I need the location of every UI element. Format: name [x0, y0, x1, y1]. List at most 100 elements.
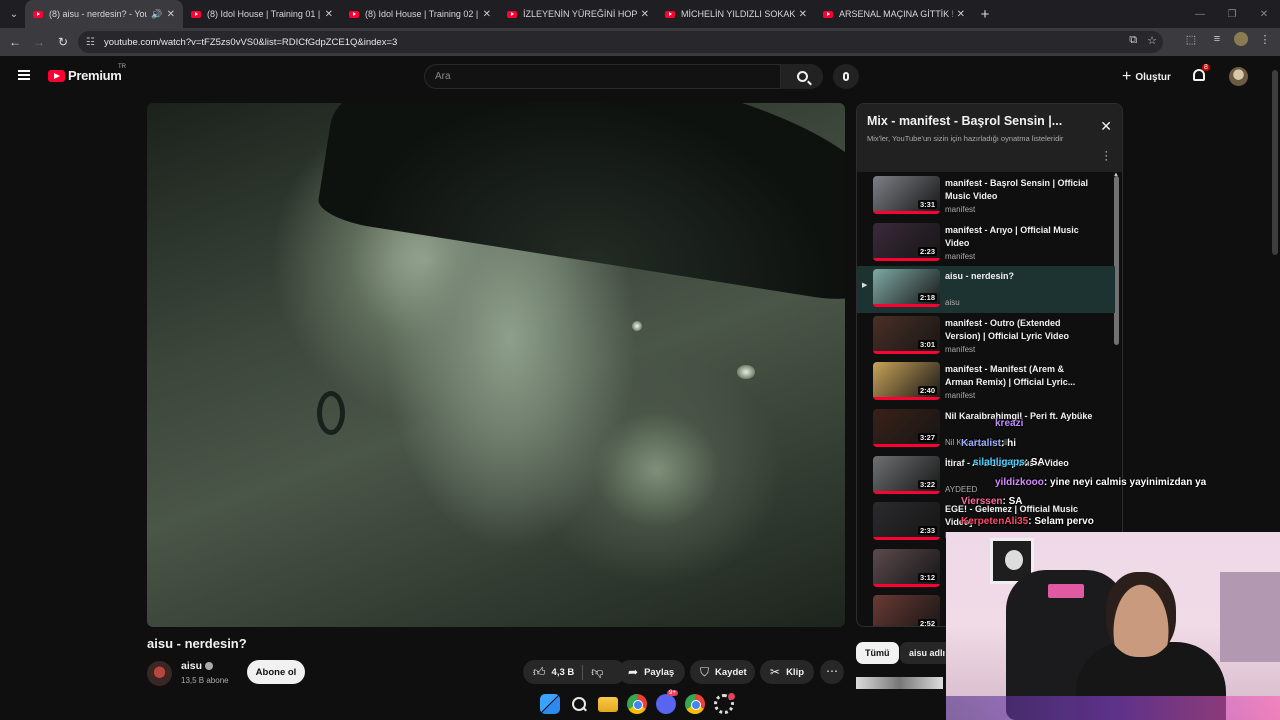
tab-title: (8) Idol House | Training 02 | Vo — [365, 9, 479, 19]
like-icon[interactable]: 👍︎ — [533, 665, 546, 680]
playlist-thumbnail[interactable]: 3:01 — [873, 315, 940, 354]
dislike-icon[interactable]: 👎︎ — [591, 665, 603, 680]
extensions-icon[interactable]: ⬚ — [1182, 33, 1200, 46]
more-actions-icon[interactable]: ⋯ — [820, 660, 844, 684]
taskbar-search-icon[interactable] — [569, 694, 589, 714]
playlist-item-channel: manifest — [945, 344, 976, 354]
tab-close-icon[interactable]: ✕ — [167, 9, 175, 20]
back-icon[interactable]: ← — [3, 35, 27, 49]
chrome-icon[interactable] — [627, 694, 647, 714]
playlist-item[interactable]: 3:01 manifest - Outro (Extended Version) … — [857, 313, 1115, 360]
account-avatar[interactable] — [1229, 67, 1248, 86]
tab-active[interactable]: (8) aisu - nerdesin? - YouTube 🔊 ✕ — [25, 0, 183, 28]
tab-title: (8) Idol House | Training 01 | Da — [207, 9, 321, 19]
tab-close-icon[interactable]: ✕ — [799, 9, 807, 20]
save-button[interactable]: ⛉ Kaydet — [690, 660, 755, 684]
site-info-icon[interactable]: ☷ — [86, 37, 95, 48]
chat-message: kreazi — [995, 418, 1023, 429]
playlist-item[interactable]: 2:23 manifest - Arıyo | Official Music Vi… — [857, 220, 1115, 267]
shelf — [1220, 572, 1280, 662]
playlist-title[interactable]: Mix - manifest - Başrol Sensin |... — [867, 114, 1112, 128]
playlist-thumbnail[interactable]: 3:27 — [873, 409, 940, 447]
discord-icon[interactable]: 9+ — [656, 690, 678, 714]
channel-avatar[interactable] — [147, 661, 172, 686]
page-scrollbar[interactable] — [1272, 70, 1278, 255]
chip-all[interactable]: Tümü — [856, 642, 899, 664]
duration-badge: 3:27 — [917, 433, 937, 442]
channel-name[interactable]: aisu — [181, 660, 214, 672]
playlist-item-current[interactable]: ▶ 2:18 aisu - nerdesin? aisu — [857, 266, 1115, 314]
new-tab-button[interactable]: + — [973, 6, 997, 23]
tab[interactable]: İZLEYENİN YÜREĞİNİ HOPLATAN ✕ — [499, 0, 657, 28]
streamer-head — [1106, 572, 1176, 657]
subscriber-count: 13,5 B abone — [181, 676, 229, 685]
tab-close-icon[interactable]: ✕ — [641, 9, 649, 20]
bookmark-icon: ⛉ — [700, 664, 710, 679]
hamburger-menu-icon[interactable] — [18, 70, 30, 80]
settings-icon[interactable] — [714, 693, 735, 714]
share-button[interactable]: ➦ Paylaş — [618, 660, 685, 684]
tab-close-icon[interactable]: ✕ — [957, 9, 965, 20]
video-player[interactable] — [147, 103, 845, 627]
playlist-item-title: manifest - Manifest (Arem & Arman Remix)… — [945, 364, 1076, 388]
playlist-thumbnail[interactable]: 3:12 — [873, 548, 940, 587]
subscribe-button[interactable]: Abone ol — [247, 660, 305, 684]
clip-button[interactable]: ✂ Klip — [760, 660, 814, 684]
search-button[interactable] — [781, 64, 823, 89]
playlist-subtitle: Mix'ler, YouTube'un sizin için hazırladı… — [867, 134, 1064, 143]
playlist-menu-icon[interactable]: · · · — [1104, 147, 1108, 166]
profile-avatar[interactable] — [1234, 32, 1248, 46]
tab-close-icon[interactable]: ✕ — [483, 9, 491, 20]
window-controls: — ❐ ✕ — [1184, 0, 1280, 28]
tab[interactable]: (8) Idol House | Training 02 | Vo ✕ — [341, 0, 499, 28]
url-field[interactable]: ☷ youtube.com/watch?v=tFZ5zs0vVS0&list=R… — [78, 31, 1163, 53]
playlist-header: Mix - manifest - Başrol Sensin |... Mix'… — [857, 104, 1122, 172]
chat-message: Vierssen: SA — [961, 496, 1023, 507]
recommendation-thumbnail[interactable] — [856, 677, 943, 689]
tab[interactable]: MİCHELİN YILDIZLI SOKAK LEZZE ✕ — [657, 0, 815, 28]
chrome-icon[interactable] — [685, 694, 705, 714]
tab-title: İZLEYENİN YÜREĞİNİ HOPLATAN — [523, 9, 637, 19]
playlist-item-channel: manifest — [945, 391, 976, 401]
tab-close-icon[interactable]: ✕ — [325, 9, 333, 20]
duration-badge: 3:22 — [917, 479, 937, 489]
youtube-premium-logo[interactable]: Premium TR — [48, 64, 126, 83]
media-control-icon[interactable]: ≡ — [1208, 33, 1226, 45]
chat-message: silahligaps: SA — [973, 457, 1045, 468]
search-input[interactable]: Ara — [424, 64, 781, 89]
playlist-thumbnail[interactable]: 2:23 — [873, 222, 940, 261]
install-icon[interactable]: ⧉ — [1129, 34, 1137, 47]
bookmark-star-icon[interactable]: ☆ — [1147, 34, 1157, 47]
playlist-item[interactable]: 2:40 manifest - Manifest (Arem & Arman Re… — [857, 359, 1115, 406]
playlist-thumbnail[interactable]: 3:22 — [873, 455, 940, 494]
playlist-thumbnail[interactable]: 3:31 — [873, 176, 940, 214]
forward-icon[interactable]: → — [27, 35, 51, 49]
maximize-icon[interactable]: ❐ — [1216, 9, 1248, 20]
file-explorer-icon[interactable] — [598, 696, 618, 712]
share-label: Paylaş — [644, 666, 675, 678]
youtube-favicon-icon — [823, 10, 833, 18]
playlist-thumbnail[interactable]: 2:33 — [873, 502, 940, 541]
create-button[interactable]: + Oluştur — [1122, 68, 1171, 86]
playlist-thumbnail[interactable]: 2:18 — [873, 269, 940, 308]
scissors-icon: ✂ — [770, 665, 781, 679]
voice-search-button[interactable] — [833, 64, 859, 89]
reload-icon[interactable]: ↻ — [51, 35, 75, 49]
tab[interactable]: ARSENAL MAÇINA GİTTİK ! İNGİ ✕ — [815, 0, 973, 28]
notification-badge: 8 — [1202, 64, 1210, 71]
close-playlist-icon[interactable]: ✕ — [1100, 118, 1112, 135]
playlist-thumbnail[interactable]: 2:40 — [873, 362, 940, 401]
like-count[interactable]: 4,3 B — [552, 667, 575, 678]
chat-username: kreazi — [995, 418, 1024, 429]
playlist-thumbnail[interactable]: 2:52 — [873, 595, 940, 627]
speaker-icon[interactable]: 🔊 — [151, 9, 162, 20]
minimize-icon[interactable]: — — [1184, 9, 1216, 20]
close-window-icon[interactable]: ✕ — [1248, 9, 1280, 20]
windows-start-icon[interactable] — [540, 694, 560, 714]
tab[interactable]: (8) Idol House | Training 01 | Da ✕ — [183, 0, 341, 28]
notifications-button[interactable]: 8 — [1193, 64, 1210, 83]
duration-badge: 2:52 — [917, 619, 937, 627]
browser-menu-icon[interactable]: ⋮ — [1256, 33, 1274, 46]
playlist-item[interactable]: 3:31 manifest - Başrol Sensin | Official … — [857, 173, 1115, 220]
tab-search-icon[interactable]: ⌄ — [3, 3, 25, 25]
